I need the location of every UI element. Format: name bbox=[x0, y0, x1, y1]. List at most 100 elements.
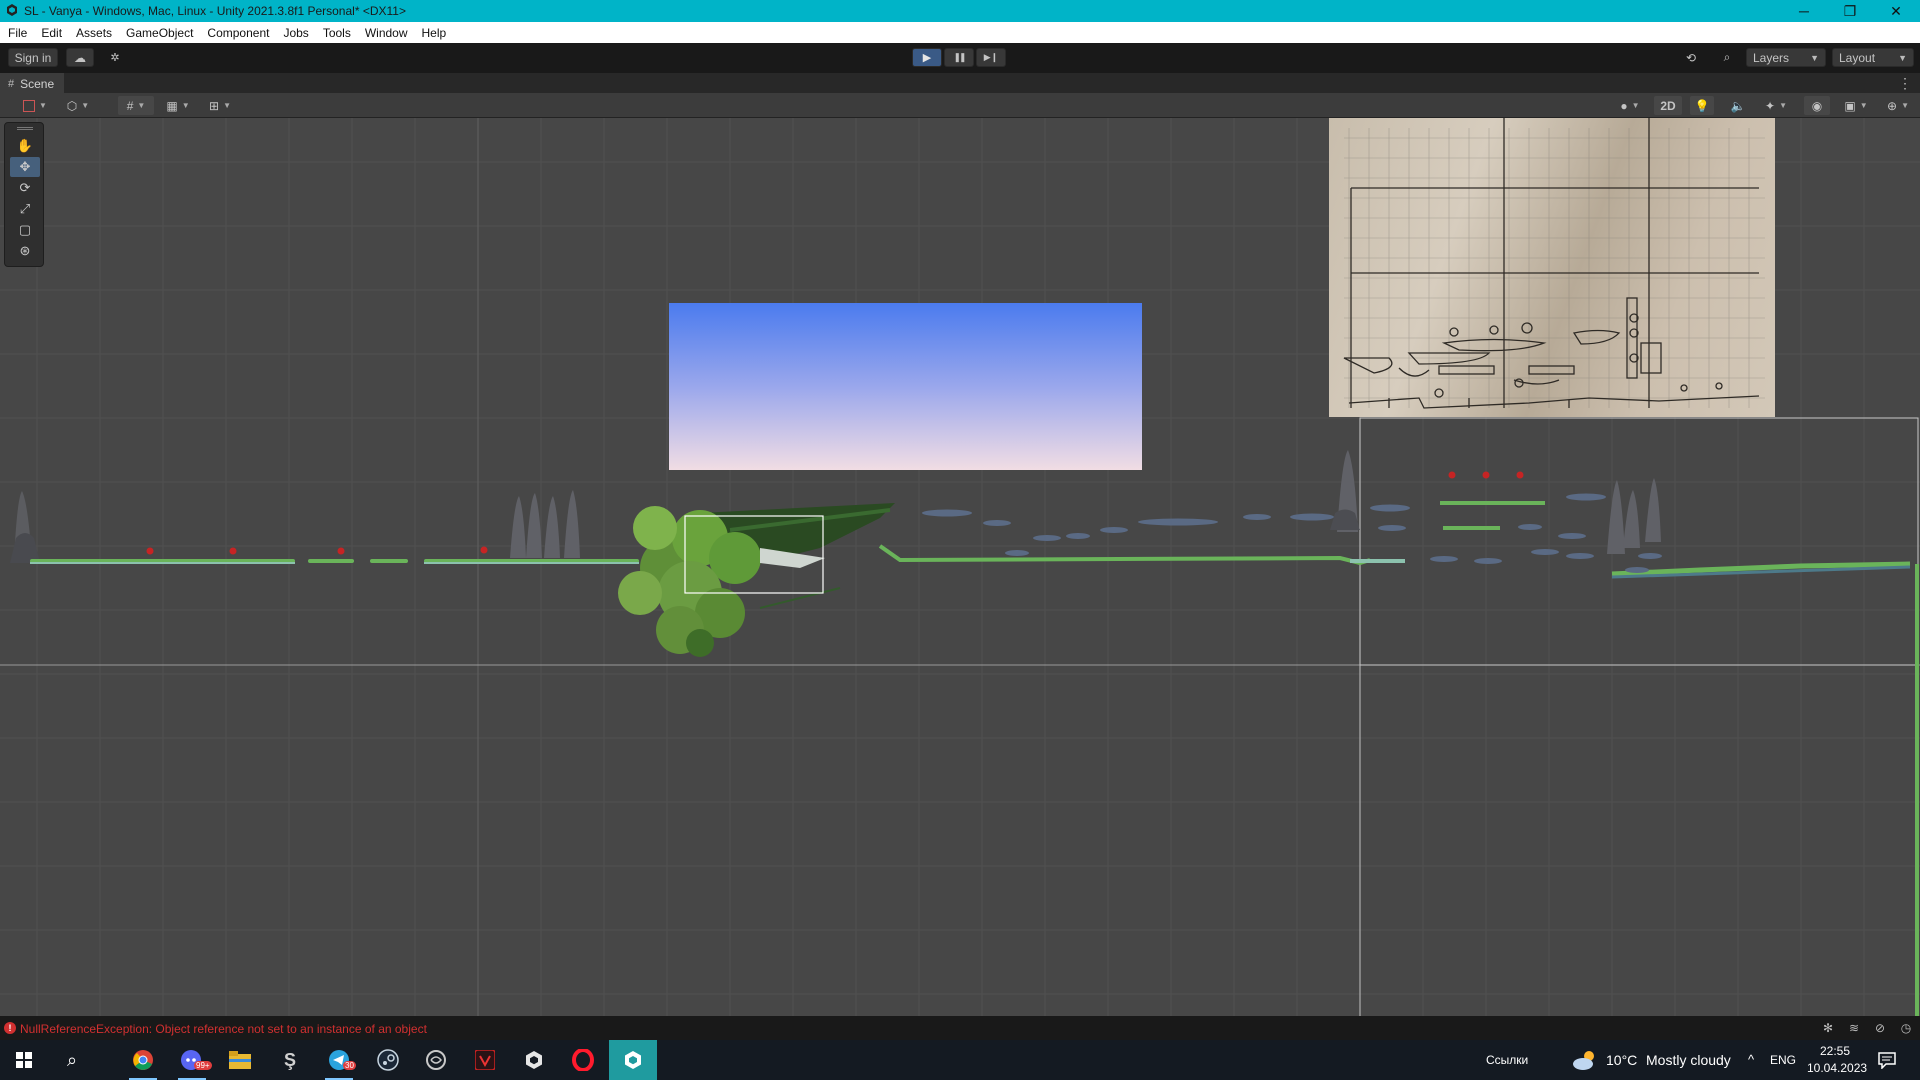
rock-cluster[interactable] bbox=[510, 490, 580, 558]
menu-assets[interactable]: Assets bbox=[76, 26, 112, 40]
search-taskbar-button[interactable]: ⌕ bbox=[48, 1040, 96, 1080]
vivaldi-taskbar-button[interactable] bbox=[461, 1040, 509, 1080]
links-toolbar-label[interactable]: Ссылки bbox=[1486, 1053, 1528, 1067]
toggle-2d-button[interactable]: 2D bbox=[1654, 96, 1682, 115]
rotate-tool[interactable]: ⟳ bbox=[10, 178, 40, 198]
app-spiral-taskbar-button[interactable] bbox=[412, 1040, 460, 1080]
grid-snap-dropdown[interactable]: # ▼ bbox=[118, 96, 154, 115]
menu-window[interactable]: Window bbox=[365, 26, 408, 40]
transform-tool[interactable]: ⊛ bbox=[10, 241, 40, 261]
scene-visibility-toggle[interactable]: ◉ bbox=[1804, 96, 1830, 115]
notification-icon[interactable] bbox=[1878, 1051, 1896, 1069]
language-indicator[interactable]: ENG bbox=[1770, 1053, 1796, 1067]
console-error-message[interactable]: NullReferenceException: Object reference… bbox=[20, 1022, 427, 1036]
start-button[interactable] bbox=[0, 1040, 48, 1080]
layers-dropdown[interactable]: Layers ▼ bbox=[1746, 48, 1826, 67]
rock-pillar-left[interactable] bbox=[10, 491, 40, 563]
steam-taskbar-button[interactable] bbox=[364, 1040, 412, 1080]
weather-description[interactable]: Mostly cloudy bbox=[1646, 1052, 1731, 1068]
tray-overflow-chevron-icon[interactable]: ^ bbox=[1748, 1052, 1754, 1067]
render-mode-dropdown[interactable]: ⬡ ▼ bbox=[60, 96, 96, 115]
layout-dropdown[interactable]: Layout ▼ bbox=[1832, 48, 1914, 67]
rect-tool[interactable]: ▢ bbox=[10, 220, 40, 240]
unity-editor-taskbar-button[interactable] bbox=[609, 1040, 657, 1080]
audio-toggle[interactable]: 🔈 bbox=[1726, 96, 1750, 115]
lighting-toggle[interactable]: 💡 bbox=[1690, 96, 1714, 115]
scale-tool[interactable]: ⤢ bbox=[10, 199, 40, 219]
scene-viewport[interactable]: ✋ ✥ ⟳ ⤢ ▢ ⊛ bbox=[0, 118, 1920, 1016]
discord-badge: 99+ bbox=[194, 1061, 212, 1070]
restore-button[interactable]: ❐ bbox=[1827, 0, 1873, 22]
move-tool[interactable]: ✥ bbox=[10, 157, 40, 177]
telegram-badge: 30 bbox=[343, 1061, 356, 1070]
eye-slash-icon: ◉ bbox=[1811, 98, 1823, 113]
menu-edit[interactable]: Edit bbox=[41, 26, 62, 40]
pause-icon: ❚❚ bbox=[953, 52, 966, 62]
draw-mode-icon bbox=[23, 99, 36, 112]
tab-scene[interactable]: # Scene bbox=[0, 73, 65, 94]
pause-button[interactable]: ❚❚ bbox=[944, 48, 974, 67]
menu-gameobject[interactable]: GameObject bbox=[126, 26, 193, 40]
close-icon: ✕ bbox=[1890, 2, 1902, 19]
cloud-sun-icon bbox=[1573, 1051, 1594, 1070]
search-icon: ⌕ bbox=[1723, 50, 1731, 64]
drag-handle-icon[interactable] bbox=[17, 127, 33, 130]
gizmos-dropdown[interactable]: ⊕ ▼ bbox=[1880, 96, 1916, 115]
cube-icon: ⬡ bbox=[66, 98, 78, 113]
effects-dropdown[interactable]: ✦ ▼ bbox=[1758, 96, 1794, 115]
restore-icon: ❐ bbox=[1843, 2, 1857, 19]
camera-icon: ▣ bbox=[1844, 98, 1856, 113]
chevron-down-icon: ▼ bbox=[1810, 52, 1819, 63]
minimize-button[interactable]: ─ bbox=[1781, 0, 1827, 22]
play-button[interactable]: ▶ bbox=[912, 48, 942, 67]
camera-dropdown[interactable]: ▣ ▼ bbox=[1838, 96, 1874, 115]
increment-snap-dropdown[interactable]: ⊞ ▼ bbox=[202, 96, 238, 115]
search-icon: ⌕ bbox=[66, 1049, 78, 1070]
sign-in-button[interactable]: Sign in bbox=[8, 48, 58, 67]
shading-dropdown[interactable]: ● ▼ bbox=[1612, 96, 1648, 115]
menu-file[interactable]: File bbox=[8, 26, 27, 40]
app-sigma-icon: Ş bbox=[283, 1049, 296, 1070]
stack-icon[interactable]: ≋ bbox=[1846, 1020, 1862, 1036]
cache-icon[interactable]: ⊘ bbox=[1872, 1020, 1888, 1036]
collab-icon: ✲ bbox=[110, 52, 120, 64]
folder-icon bbox=[229, 1051, 251, 1069]
progress-icon[interactable]: ◷ bbox=[1898, 1020, 1914, 1036]
telegram-taskbar-button[interactable]: 30 bbox=[315, 1040, 363, 1080]
opera-taskbar-button[interactable] bbox=[559, 1040, 607, 1080]
windows-logo-icon bbox=[16, 1052, 32, 1068]
grid-visibility-dropdown[interactable]: ▦ ▼ bbox=[160, 96, 196, 115]
history-button[interactable]: ⟲ bbox=[1677, 48, 1705, 67]
layers-label: Layers bbox=[1753, 50, 1790, 65]
rect-icon: ▢ bbox=[18, 222, 32, 237]
close-window-button[interactable]: ✕ bbox=[1873, 0, 1919, 22]
lightbulb-icon: 💡 bbox=[1694, 98, 1710, 113]
draw-mode-dropdown[interactable]: ▼ bbox=[18, 96, 52, 115]
menu-help[interactable]: Help bbox=[422, 26, 447, 40]
more-options-icon[interactable]: ⋮ bbox=[1898, 75, 1912, 92]
step-button[interactable]: ▶❙ bbox=[976, 48, 1006, 67]
speaker-icon: 🔈 bbox=[1730, 98, 1746, 113]
unity-hub-taskbar-button[interactable] bbox=[510, 1040, 558, 1080]
weather-temperature[interactable]: 10°C bbox=[1606, 1052, 1637, 1068]
search-button[interactable]: ⌕ bbox=[1713, 48, 1741, 67]
app-sigma-taskbar-button[interactable]: Ş bbox=[266, 1040, 314, 1080]
collab-button[interactable]: ✲ bbox=[102, 48, 128, 67]
menu-component[interactable]: Component bbox=[207, 26, 269, 40]
chrome-icon bbox=[133, 1050, 153, 1070]
vivaldi-icon bbox=[475, 1050, 495, 1070]
clock-date[interactable]: 10.04.2023 bbox=[1807, 1061, 1867, 1075]
menu-jobs[interactable]: Jobs bbox=[283, 26, 308, 40]
tree-sprite[interactable] bbox=[618, 503, 895, 657]
hand-tool[interactable]: ✋ bbox=[10, 136, 40, 156]
debug-icon[interactable]: ✻ bbox=[1820, 1020, 1836, 1036]
cloud-button[interactable]: ☁ bbox=[66, 48, 94, 67]
discord-taskbar-button[interactable]: 99+ bbox=[168, 1040, 216, 1080]
clock-time[interactable]: 22:55 bbox=[1820, 1044, 1850, 1058]
ground-platforms-left[interactable] bbox=[30, 559, 639, 564]
chrome-taskbar-button[interactable] bbox=[119, 1040, 167, 1080]
menu-tools[interactable]: Tools bbox=[323, 26, 351, 40]
play-icon: ▶ bbox=[922, 52, 932, 64]
explorer-taskbar-button[interactable] bbox=[216, 1040, 264, 1080]
ground-platforms-right[interactable] bbox=[878, 501, 1919, 1016]
